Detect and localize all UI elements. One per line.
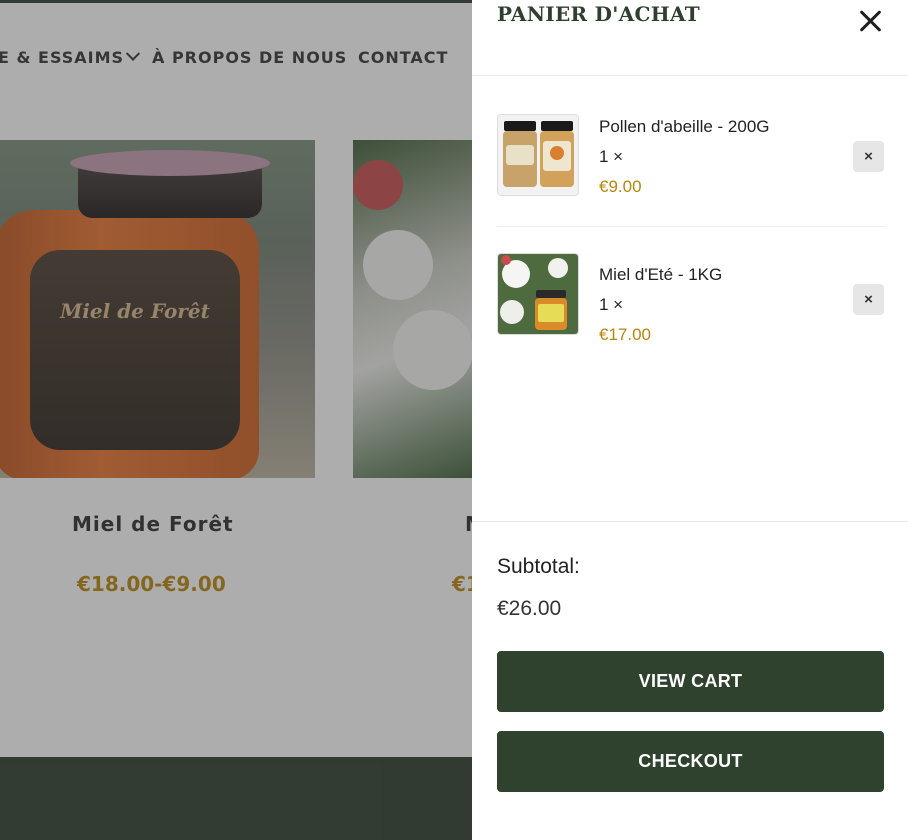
remove-item-button[interactable]: ×	[853, 284, 884, 315]
pollen-jars-image	[498, 115, 578, 195]
cart-item-price: €9.00	[599, 177, 642, 196]
cart-item-name[interactable]: Miel d'Eté - 1KG	[599, 265, 722, 285]
divider	[472, 75, 908, 76]
cart-title: PANIER D'ACHAT	[497, 2, 700, 26]
cart-item: Pollen d'abeille - 200G 1 × €9.00 ×	[497, 114, 885, 224]
subtotal-value: €26.00	[497, 597, 562, 620]
remove-item-button[interactable]: ×	[853, 141, 884, 172]
cart-item-quantity: 1 ×	[599, 295, 624, 314]
subtotal-label: Subtotal:	[497, 555, 580, 578]
cart-item: Miel d'Eté - 1KG 1 × €17.00 ×	[497, 253, 885, 363]
cart-item-name[interactable]: Pollen d'abeille - 200G	[599, 117, 770, 137]
product-thumbnail[interactable]	[497, 114, 579, 196]
divider	[497, 226, 885, 227]
cart-drawer: PANIER D'ACHAT Pollen d'abeille - 200G 1…	[472, 0, 908, 840]
cart-item-price: €17.00	[599, 325, 651, 344]
divider	[472, 521, 908, 522]
view-cart-button[interactable]: VIEW CART	[497, 651, 884, 712]
close-icon[interactable]	[856, 6, 886, 36]
checkout-button[interactable]: CHECKOUT	[497, 731, 884, 792]
summer-honey-image	[498, 254, 578, 334]
cart-item-quantity: 1 ×	[599, 147, 624, 166]
product-thumbnail[interactable]	[497, 253, 579, 335]
